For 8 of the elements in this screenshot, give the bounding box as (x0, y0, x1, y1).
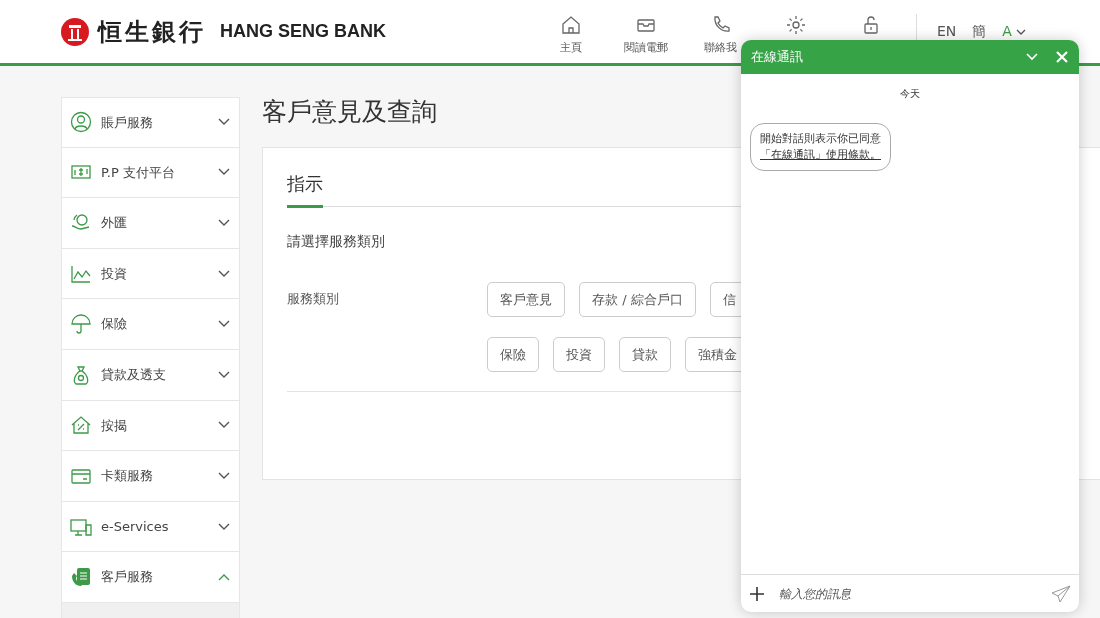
instruction-text: 請選擇服務類別 (287, 232, 386, 251)
chat-date: 今天 (900, 88, 920, 99)
logo-text: HANG SENG BANK (220, 20, 386, 43)
field-label: 服務類別 (287, 291, 339, 306)
message-text: 開始對話則表示你已同意 (760, 132, 881, 145)
chat-title: 在線通訊 (751, 48, 804, 67)
page-title: 客戶意見及查詢 (262, 97, 438, 127)
logo-text: 恒生銀行 (98, 15, 206, 48)
